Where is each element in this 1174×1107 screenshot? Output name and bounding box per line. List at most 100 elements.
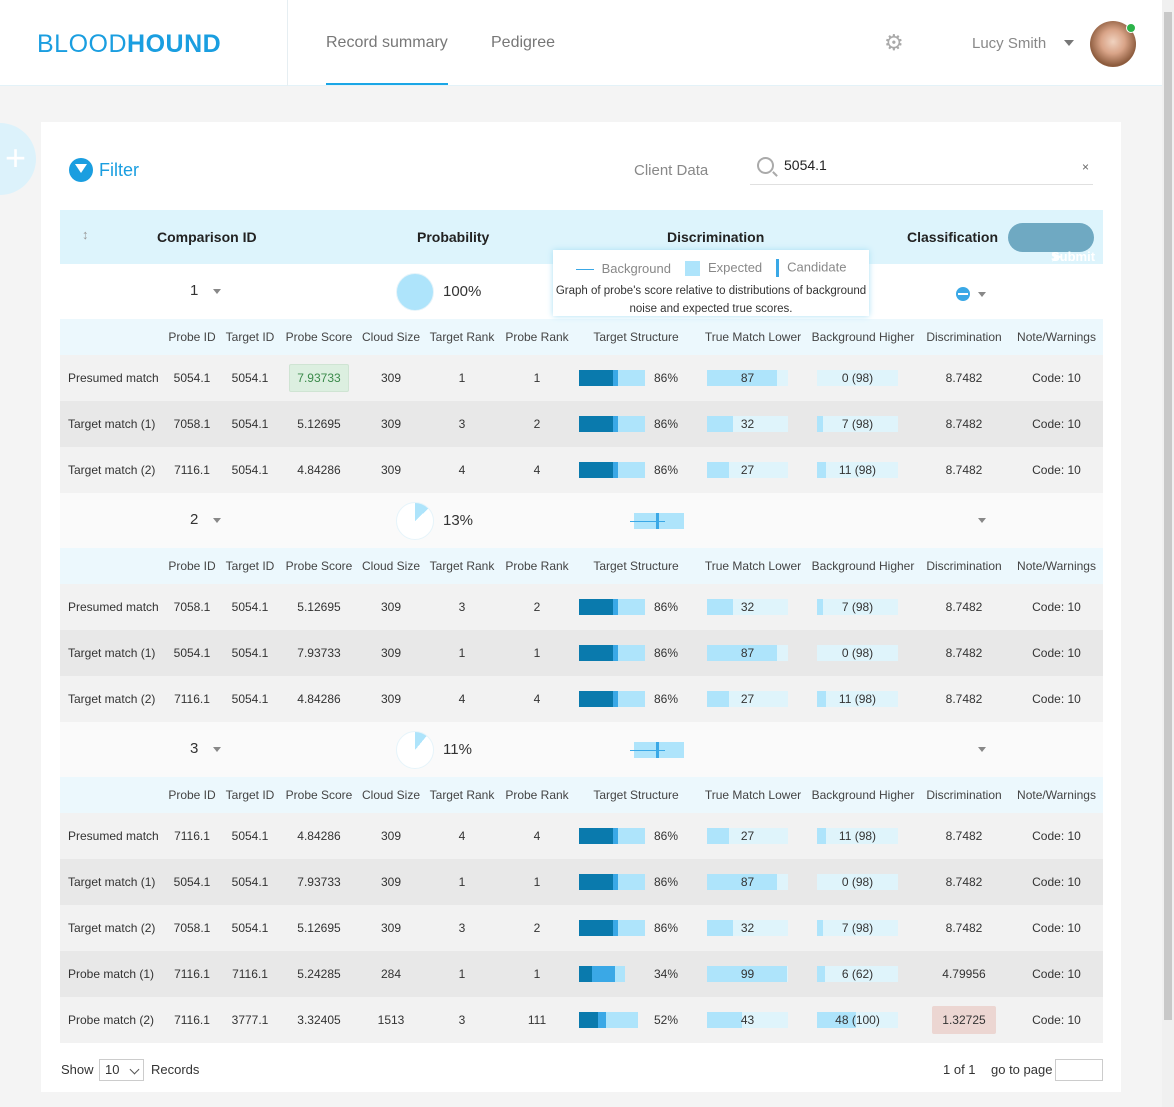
sub-header[interactable]: Probe Rank <box>500 559 574 573</box>
comparison-group-row[interactable]: 2 13% <box>60 493 1103 548</box>
sub-header[interactable]: Cloud Size <box>358 788 424 802</box>
header-discrimination[interactable]: Discrimination <box>667 229 764 245</box>
sub-header[interactable]: Note/Warnings <box>1010 330 1103 344</box>
sub-header[interactable]: Probe ID <box>164 788 220 802</box>
sub-header[interactable]: True Match Lower <box>698 559 808 573</box>
line-icon <box>575 268 594 270</box>
go-to-page-label: go to page <box>991 1062 1053 1077</box>
sub-header[interactable]: Target Rank <box>424 788 500 802</box>
table-row[interactable]: Presumed match 7058.1 5054.1 5.12695 309 3 2 86… <box>60 584 1103 630</box>
sub-header[interactable]: Background Higher <box>808 788 918 802</box>
table-row[interactable]: Target match (1) 5054.1 5054.1 7.93733 309 1 1… <box>60 630 1103 676</box>
add-button[interactable]: + <box>0 123 36 195</box>
chevron-down-icon[interactable] <box>213 289 221 294</box>
sub-header[interactable]: Discrimination <box>918 330 1010 344</box>
discrimination-value: 8.7482 <box>918 869 1010 895</box>
go-to-page-input[interactable] <box>1055 1059 1103 1081</box>
probe-rank: 2 <box>533 417 541 431</box>
sub-header[interactable]: Target ID <box>220 788 280 802</box>
sub-header[interactable]: Background Higher <box>808 559 918 573</box>
table-row[interactable]: Probe match (1) 7116.1 7116.1 5.24285 284 1 1 3… <box>60 951 1103 997</box>
sub-header[interactable]: Probe Rank <box>500 330 574 344</box>
sub-header[interactable]: Probe Rank <box>500 788 574 802</box>
probe-score: 7.93733 <box>280 869 358 895</box>
background-higher-value: 0 (98) <box>841 646 874 660</box>
table-row[interactable]: Target match (1) 7058.1 5054.1 5.12695 309 3 2… <box>60 401 1103 447</box>
background-higher-bar: 11 (98) <box>817 462 898 478</box>
sub-header[interactable]: Target ID <box>220 330 280 344</box>
probe-score: 3.32405 <box>280 1007 358 1033</box>
scrollbar[interactable] <box>1162 0 1174 1107</box>
sub-header[interactable]: True Match Lower <box>698 330 808 344</box>
chevron-down-icon[interactable] <box>978 747 986 752</box>
sub-header[interactable]: Target ID <box>220 559 280 573</box>
sub-header[interactable]: Probe ID <box>164 330 220 344</box>
chevron-down-icon[interactable] <box>213 747 221 752</box>
chevron-down-icon[interactable] <box>978 292 986 297</box>
submit-button[interactable]: ➤ Submit <box>1008 223 1095 264</box>
header-comparison-id[interactable]: Comparison ID <box>157 229 257 245</box>
true-match-value: 32 <box>740 921 755 935</box>
tab-pedigree[interactable]: Pedigree <box>491 34 555 52</box>
probe-id: 5054.1 <box>173 646 211 660</box>
sub-header[interactable]: Note/Warnings <box>1010 788 1103 802</box>
user-name[interactable]: Lucy Smith <box>972 35 1046 52</box>
table-row[interactable]: Target match (2) 7058.1 5054.1 5.12695 309 3 2… <box>60 905 1103 951</box>
chevron-down-icon[interactable] <box>213 518 221 523</box>
sub-header[interactable]: Probe ID <box>164 559 220 573</box>
chevron-down-icon[interactable] <box>978 518 986 523</box>
legend-candidate: Candidate <box>776 259 846 277</box>
match-type: Probe match (2) <box>68 1013 155 1027</box>
sub-header[interactable]: Note/Warnings <box>1010 559 1103 573</box>
sub-header[interactable]: Target Structure <box>574 559 698 573</box>
probe-id: 7058.1 <box>173 417 211 431</box>
true-match-fill <box>707 1012 742 1028</box>
discrimination-text: 4.79956 <box>942 967 986 981</box>
sub-header[interactable]: Cloud Size <box>358 330 424 344</box>
note-warnings: Code: 10 <box>1032 967 1081 981</box>
sub-header[interactable]: True Match Lower <box>698 788 808 802</box>
chevron-down-icon[interactable] <box>1064 40 1074 46</box>
probability-pie <box>396 502 434 540</box>
clear-search-button[interactable]: × <box>1082 160 1089 174</box>
sub-header[interactable]: Target Rank <box>424 330 500 344</box>
discrimination-value: 1.32725 <box>918 1006 1010 1034</box>
page-size-select[interactable]: 10 <box>99 1059 144 1081</box>
sub-header[interactable]: Target Structure <box>574 330 698 344</box>
target-structure-bar <box>579 599 645 615</box>
sub-header[interactable]: Target Rank <box>424 559 500 573</box>
table-row[interactable]: Target match (2) 7116.1 5054.1 4.84286 309 4 4… <box>60 676 1103 722</box>
header-classification[interactable]: Classification <box>907 229 998 245</box>
table-row[interactable]: Presumed match 7116.1 5054.1 4.84286 309 4 4 86… <box>60 813 1103 859</box>
sub-header[interactable]: Discrimination <box>918 788 1010 802</box>
sub-header[interactable]: Cloud Size <box>358 559 424 573</box>
match-type: Target match (2) <box>68 921 156 935</box>
sub-header[interactable]: Discrimination <box>918 559 1010 573</box>
sub-header[interactable]: Target Structure <box>574 788 698 802</box>
sub-header[interactable]: Probe Score <box>280 788 358 802</box>
table-row[interactable]: Target match (2) 7116.1 5054.1 4.84286 309 4 4… <box>60 447 1103 493</box>
bar-icon <box>776 259 780 277</box>
classification-icon[interactable] <box>956 287 970 301</box>
header-probability[interactable]: Probability <box>417 229 489 245</box>
gear-icon[interactable]: ⚙ <box>884 32 906 54</box>
sort-icon[interactable]: ↕ <box>82 227 89 242</box>
comparison-group-row[interactable]: 3 11% <box>60 722 1103 777</box>
table-row[interactable]: Presumed match 5054.1 5054.1 7.93733 309 1 1 86… <box>60 355 1103 401</box>
show-label: Show <box>61 1062 94 1077</box>
probe-score: 5.12695 <box>280 411 358 437</box>
true-match-value: 87 <box>740 646 755 660</box>
search-input[interactable] <box>784 157 1064 173</box>
background-higher-value: 48 (100) <box>835 1013 880 1027</box>
sub-header[interactable]: Probe Score <box>280 330 358 344</box>
true-match-bar: 87 <box>707 645 788 661</box>
sub-header[interactable]: Background Higher <box>808 330 918 344</box>
scrollbar-thumb[interactable] <box>1164 12 1172 1020</box>
sub-header[interactable]: Probe Score <box>280 559 358 573</box>
probe-score-value: 3.32405 <box>297 1013 341 1027</box>
logo[interactable]: BLOODHOUND <box>37 30 221 59</box>
table-row[interactable]: Probe match (2) 7116.1 3777.1 3.32405 1513 3 1… <box>60 997 1103 1043</box>
tab-record-summary[interactable]: Record summary <box>326 34 448 85</box>
filter-button[interactable]: Filter <box>69 158 139 182</box>
table-row[interactable]: Target match (1) 5054.1 5054.1 7.93733 309 1 1… <box>60 859 1103 905</box>
